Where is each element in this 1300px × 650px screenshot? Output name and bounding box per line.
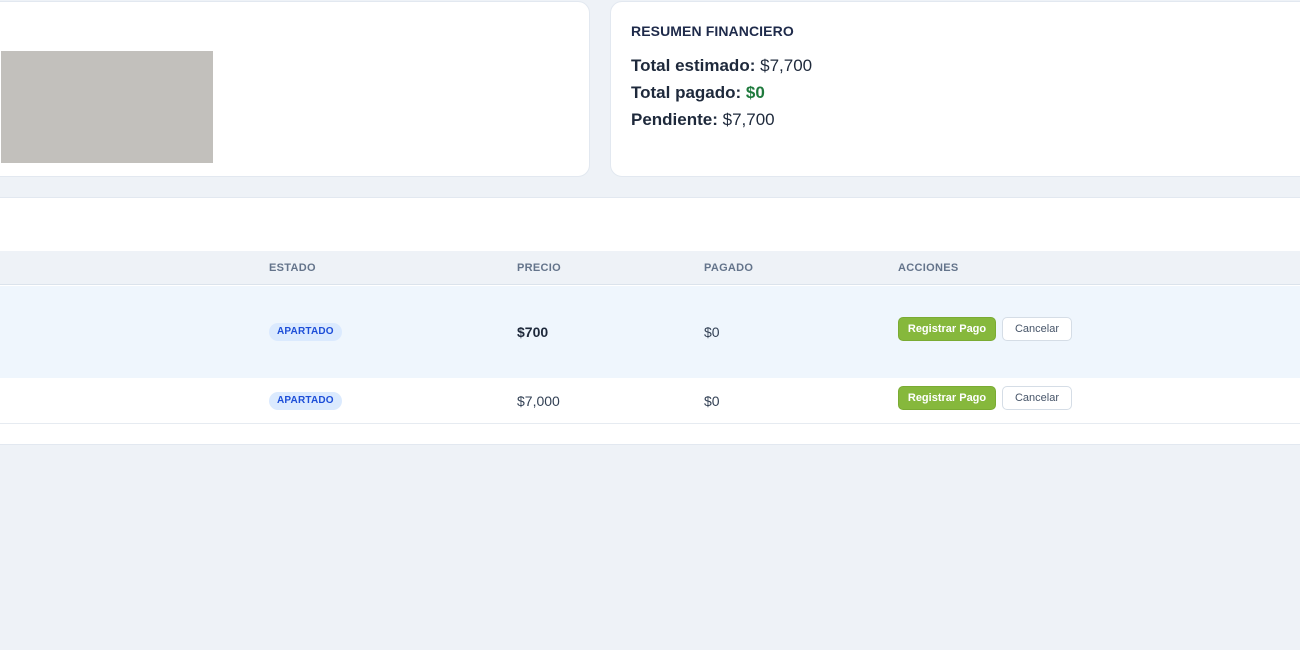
total-estimated-value: $7,700 (760, 56, 813, 75)
pending-value: $7,700 (722, 110, 775, 129)
table-header: ESTADO PRECIO PAGADO ACCIONES (0, 251, 1300, 285)
status-badge: APARTADO (269, 392, 342, 410)
reservations-table: ESTADO PRECIO PAGADO ACCIONES APARTADO $… (0, 197, 1300, 445)
header-acciones: ACCIONES (898, 262, 959, 274)
summary-title: RESUMEN FINANCIERO (631, 23, 794, 39)
header-pagado: PAGADO (704, 262, 754, 274)
price-cell: $7,000 (517, 393, 560, 409)
total-paid-value: $0 (745, 83, 765, 102)
financial-summary-card: RESUMEN FINANCIERO Total estimado: $7,70… (610, 1, 1300, 177)
paid-cell: $0 (704, 324, 720, 340)
paid-cell: $0 (704, 393, 720, 409)
cancel-button[interactable]: Cancelar (1002, 386, 1072, 410)
status-badge: APARTADO (269, 323, 342, 341)
table-row[interactable]: APARTADO $700 $0 Registrar Pago Cancelar (0, 286, 1300, 378)
image-card (0, 1, 590, 177)
total-estimated-label: Total estimado: (631, 56, 756, 75)
header-estado: ESTADO (269, 262, 316, 274)
register-payment-button[interactable]: Registrar Pago (898, 317, 996, 341)
header-precio: PRECIO (517, 262, 561, 274)
page: RESUMEN FINANCIERO Total estimado: $7,70… (0, 0, 1300, 650)
register-payment-button[interactable]: Registrar Pago (898, 386, 996, 410)
pending-label: Pendiente: (631, 110, 718, 129)
pending-line: Pendiente: $7,700 (631, 110, 775, 130)
image-placeholder (1, 51, 213, 163)
total-paid-line: Total pagado: $0 (631, 83, 765, 103)
total-estimated-line: Total estimado: $7,700 (631, 56, 812, 76)
total-paid-label: Total pagado: (631, 83, 742, 102)
table-row[interactable]: APARTADO $7,000 $0 Registrar Pago Cancel… (0, 378, 1300, 424)
price-cell: $700 (517, 324, 549, 340)
cancel-button[interactable]: Cancelar (1002, 317, 1072, 341)
